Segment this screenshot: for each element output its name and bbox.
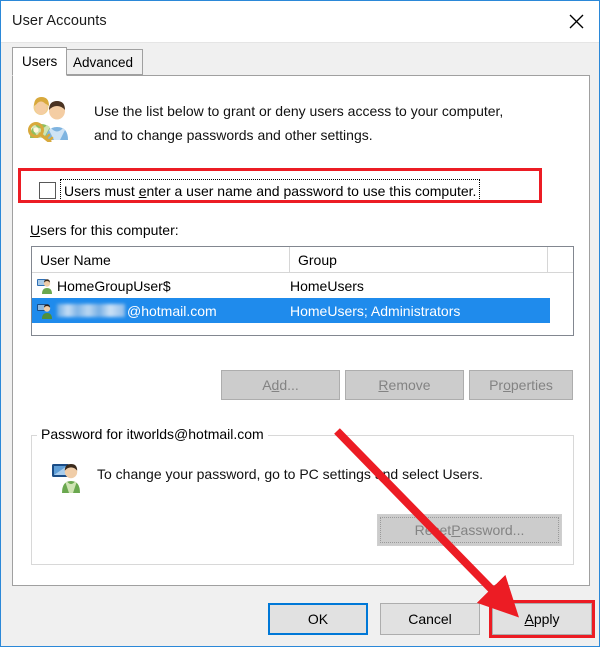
two-users-with-key-icon xyxy=(24,96,74,144)
require-password-label: Users must enter a user name and passwor… xyxy=(64,183,476,199)
column-header-user-name[interactable]: User Name xyxy=(32,247,290,272)
remove-after: emove xyxy=(388,377,431,393)
description-line-1: Use the list below to grant or deny user… xyxy=(94,103,504,119)
cell-user-name: @hotmail.com xyxy=(32,303,290,319)
apply-after: pply xyxy=(533,611,560,627)
user-icon xyxy=(37,278,53,294)
checkbox-label-after: nter a user name and password to use thi… xyxy=(146,183,477,199)
reset-password-button[interactable]: Reset Password... xyxy=(377,514,562,546)
properties-after: perties xyxy=(510,377,553,393)
apply-button[interactable]: Apply xyxy=(492,603,592,635)
cell-user-name: HomeGroupUser$ xyxy=(32,278,290,294)
user-accounts-dialog: User Accounts Users Advanced Use the lis… xyxy=(0,0,600,647)
remove-accel: R xyxy=(378,377,389,393)
description-line-2: and to change passwords and other settin… xyxy=(94,127,373,143)
require-password-checkbox-row[interactable]: Users must enter a user name and passwor… xyxy=(30,179,550,204)
users-list-label-rest: sers for this computer: xyxy=(40,222,179,238)
title-bar: User Accounts xyxy=(1,1,599,43)
users-list-label: Users for this computer: xyxy=(30,222,179,238)
ok-button[interactable]: OK xyxy=(268,603,368,635)
table-row[interactable]: HomeGroupUser$ HomeUsers xyxy=(32,273,573,298)
column-header-group[interactable]: Group xyxy=(290,247,548,272)
tab-users[interactable]: Users xyxy=(12,47,68,76)
table-row[interactable]: @hotmail.com HomeUsers; Administrators xyxy=(32,298,550,323)
tab-advanced[interactable]: Advanced xyxy=(63,49,144,75)
user-with-monitor-icon xyxy=(51,461,83,493)
redacted-username xyxy=(57,304,125,317)
properties-button[interactable]: Pr o perties xyxy=(469,370,573,400)
properties-accel: o xyxy=(503,377,511,393)
listview-body: HomeGroupUser$ HomeUsers @hotmail.com Ho… xyxy=(32,273,573,323)
users-tab-page: Use the list below to grant or deny user… xyxy=(12,75,590,586)
cell-group: HomeUsers xyxy=(290,277,364,294)
reset-before: Reset xyxy=(414,522,452,538)
reset-after: assword... xyxy=(460,522,525,538)
require-password-focus-ring: Users must enter a user name and passwor… xyxy=(60,179,481,203)
require-password-checkbox[interactable] xyxy=(39,182,56,199)
password-group-legend: Password for itworlds@hotmail.com xyxy=(37,426,268,442)
password-instruction-text: To change your password, go to PC settin… xyxy=(97,466,483,482)
properties-before: Pr xyxy=(489,377,504,393)
description-text: Use the list below to grant or deny user… xyxy=(94,99,572,147)
add-before: A xyxy=(262,377,272,393)
add-after: d... xyxy=(279,377,299,393)
tab-strip: Users Advanced xyxy=(1,43,599,76)
apply-accel: A xyxy=(524,611,534,627)
column-header-extra[interactable] xyxy=(548,247,573,272)
add-accel: d xyxy=(271,377,280,393)
cell-group: HomeUsers; Administrators xyxy=(290,302,461,319)
close-icon[interactable] xyxy=(553,1,599,42)
window-title: User Accounts xyxy=(12,13,107,29)
add-button[interactable]: Ad d... xyxy=(221,370,340,400)
user-account-icon xyxy=(37,303,53,319)
user-name-text: HomeGroupUser$ xyxy=(57,277,171,294)
checkbox-label-before: Users must xyxy=(64,183,139,199)
users-list-label-accel: U xyxy=(30,222,41,238)
remove-button[interactable]: Remove xyxy=(345,370,464,400)
reset-accel: P xyxy=(451,522,461,538)
cancel-button[interactable]: Cancel xyxy=(380,603,480,635)
listview-header: User Name Group xyxy=(32,247,573,273)
users-listview[interactable]: User Name Group HomeGroupUser$ HomeUsers… xyxy=(31,246,574,336)
user-name-text: @hotmail.com xyxy=(127,302,217,319)
